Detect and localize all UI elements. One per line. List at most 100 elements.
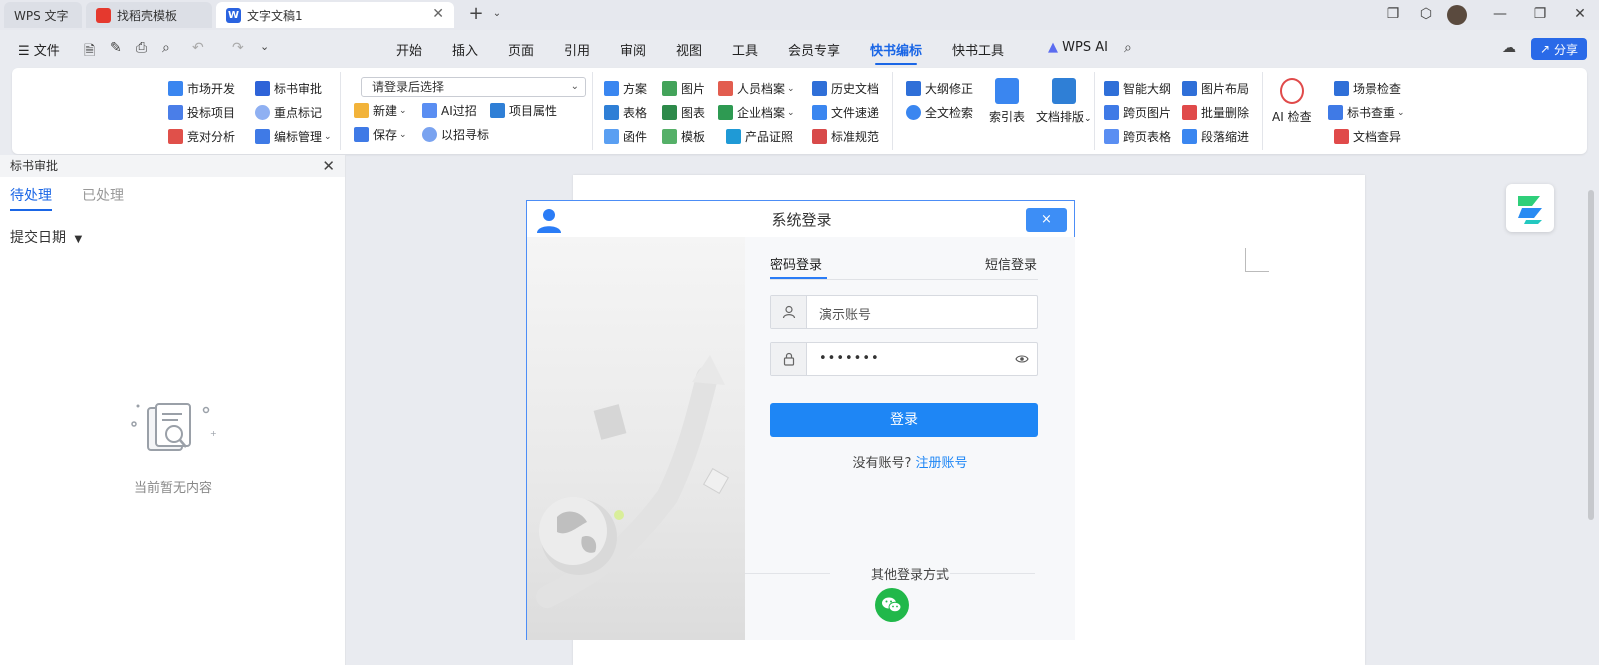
bid-approval-panel: 标书审批 ✕ 待处理 已处理 提交日期 ▼ + 当前暂无内容 — [0, 155, 346, 665]
letter-button[interactable]: 函件 — [604, 128, 647, 145]
share-label: 分享 — [1553, 42, 1578, 57]
doc-layout-button[interactable]: 文档排版⌄ — [1036, 78, 1092, 125]
dialog-close-button[interactable]: × — [1026, 208, 1067, 232]
competitor-analysis-button[interactable]: 竞对分析 — [168, 128, 235, 145]
menu-reference[interactable]: 引用 — [564, 40, 590, 59]
chart-button[interactable]: 图表 — [662, 104, 705, 121]
submit-date-filter[interactable]: 提交日期 ▼ — [10, 227, 82, 247]
eye-icon[interactable] — [1015, 352, 1029, 366]
save-button[interactable]: 保存 ⌄ — [354, 126, 407, 143]
password-field[interactable]: ••••••• — [770, 342, 1038, 376]
plan-button[interactable]: 方案 — [604, 80, 647, 97]
avatar[interactable] — [1447, 5, 1467, 25]
standard-button[interactable]: 标准规范 — [812, 128, 879, 145]
print-icon[interactable]: ⎙ — [136, 40, 147, 56]
duplicate-check-button[interactable]: 标书查重 ⌄ — [1328, 104, 1405, 121]
share-button[interactable]: ↗ 分享 — [1531, 38, 1587, 60]
menu-kuaishu-tools[interactable]: 快书工具 — [952, 40, 1004, 59]
bid-approval-button[interactable]: 标书审批 — [255, 80, 322, 97]
scrollbar-thumb[interactable] — [1588, 190, 1594, 520]
tab-template[interactable]: 找稻壳模板 — [86, 2, 212, 28]
new-tab-button[interactable]: + — [466, 4, 486, 24]
save-icon[interactable]: 🗎 — [84, 40, 95, 64]
file-label: 文件 — [33, 44, 60, 59]
button-label: 文档排版 — [1036, 110, 1085, 124]
register-prompt: 没有账号? 注册账号 — [745, 452, 1075, 471]
minimize-icon[interactable]: — — [1490, 4, 1510, 24]
market-dev-button[interactable]: 市场开发 — [168, 80, 235, 97]
login-button[interactable]: 登录 — [770, 403, 1038, 437]
window-layout-icon[interactable]: ❐ — [1383, 4, 1403, 24]
undo-icon[interactable]: ↶ — [192, 40, 204, 56]
company-archive-button[interactable]: 企业档案 ⌄ — [718, 104, 795, 121]
image-layout-button[interactable]: 图片布局 — [1182, 80, 1249, 97]
product-cert-button[interactable]: 产品证照 — [726, 128, 793, 145]
file-menu[interactable]: ☰ 文件 — [18, 40, 60, 59]
close-window-icon[interactable]: ✕ — [1570, 4, 1590, 24]
bid-project-button[interactable]: 投标项目 — [168, 104, 235, 121]
wechat-login-button[interactable] — [875, 588, 909, 622]
menu-review[interactable]: 审阅 — [620, 40, 646, 59]
paragraph-indent-button[interactable]: 段落缩进 — [1182, 128, 1249, 145]
print-preview-icon[interactable]: ⌕ — [162, 40, 170, 56]
ai-check-button[interactable]: AI 检查 — [1272, 78, 1312, 125]
diff-check-button[interactable]: 文档查异 — [1334, 128, 1401, 145]
cross-page-table-button[interactable]: 跨页表格 — [1104, 128, 1171, 145]
cube-icon[interactable]: ⬡ — [1416, 4, 1436, 24]
close-icon[interactable]: ✕ — [322, 155, 335, 177]
menu-kuaishu-bianbiao[interactable]: 快书编标 — [870, 40, 922, 65]
staff-archive-button[interactable]: 人员档案 ⌄ — [718, 80, 795, 97]
menu-page[interactable]: 页面 — [508, 40, 534, 59]
index-icon — [995, 78, 1019, 104]
vertical-scrollbar[interactable] — [1586, 160, 1596, 665]
button-label: 以招寻标 — [441, 128, 490, 142]
staff-icon — [718, 81, 733, 96]
tab-done[interactable]: 已处理 — [82, 185, 124, 205]
project-select[interactable]: 请登录后选择 ⌄ — [361, 77, 586, 97]
template-button[interactable]: 模板 — [662, 128, 705, 145]
tab-wps-writer[interactable]: WPS 文字 — [4, 2, 82, 28]
menu-insert[interactable]: 插入 — [452, 40, 478, 59]
folder-icon — [354, 103, 369, 118]
restore-icon[interactable]: ❐ — [1530, 4, 1550, 24]
index-table-button[interactable]: 索引表 — [989, 78, 1025, 125]
tab-password-login[interactable]: 密码登录 — [770, 254, 822, 273]
menu-member[interactable]: 会员专享 — [788, 40, 840, 59]
fulltext-search-button[interactable]: 全文检索 — [906, 104, 973, 121]
cross-page-image-button[interactable]: 跨页图片 — [1104, 104, 1171, 121]
history-doc-button[interactable]: 历史文档 — [812, 80, 879, 97]
cloud-upload-icon[interactable]: ☁ — [1502, 40, 1516, 56]
more-chevron-icon[interactable]: ⌄ — [260, 40, 269, 53]
tab-pending[interactable]: 待处理 — [10, 185, 52, 211]
file-express-button[interactable]: 文件速递 — [812, 104, 879, 121]
kuaishu-assistant-button[interactable] — [1506, 184, 1554, 232]
tab-sms-login[interactable]: 短信登录 — [985, 254, 1037, 273]
key-mark-button[interactable]: 重点标记 — [255, 104, 322, 121]
bid-manage-button[interactable]: 编标管理 ⌄ — [255, 128, 332, 145]
outline-fix-button[interactable]: 大纲修正 — [906, 80, 973, 97]
image-button[interactable]: 图片 — [662, 80, 705, 97]
wps-ai-button[interactable]: ▲ WPS AI — [1048, 40, 1108, 55]
button-label: 全文检索 — [925, 106, 974, 120]
register-link[interactable]: 注册账号 — [916, 456, 968, 471]
smart-outline-icon — [1104, 81, 1119, 96]
menu-view[interactable]: 视图 — [676, 40, 702, 59]
format-painter-icon[interactable]: ✎ — [110, 40, 122, 56]
tab-document[interactable]: W 文字文稿1 ✕ — [216, 2, 454, 28]
batch-delete-button[interactable]: 批量删除 — [1182, 104, 1249, 121]
menu-start[interactable]: 开始 — [396, 40, 422, 59]
search-icon[interactable]: ⌕ — [1124, 40, 1132, 56]
ai-review-button[interactable]: AI过招 — [422, 102, 477, 119]
smart-outline-button[interactable]: 智能大纲 — [1104, 80, 1171, 97]
new-button[interactable]: 新建 ⌄ — [354, 102, 407, 119]
close-icon[interactable]: ✕ — [432, 6, 444, 22]
redo-icon[interactable]: ↷ — [232, 40, 244, 56]
scene-check-button[interactable]: 场景检查 — [1334, 80, 1401, 97]
layout-icon — [1051, 78, 1076, 104]
find-bid-button[interactable]: 以招寻标 — [422, 126, 489, 143]
account-field[interactable]: 演示账号 — [770, 295, 1038, 329]
project-props-button[interactable]: 项目属性 — [490, 102, 557, 119]
table-button[interactable]: 表格 — [604, 104, 647, 121]
chevron-down-icon[interactable]: ⌄ — [487, 4, 507, 24]
menu-tools[interactable]: 工具 — [732, 40, 758, 59]
